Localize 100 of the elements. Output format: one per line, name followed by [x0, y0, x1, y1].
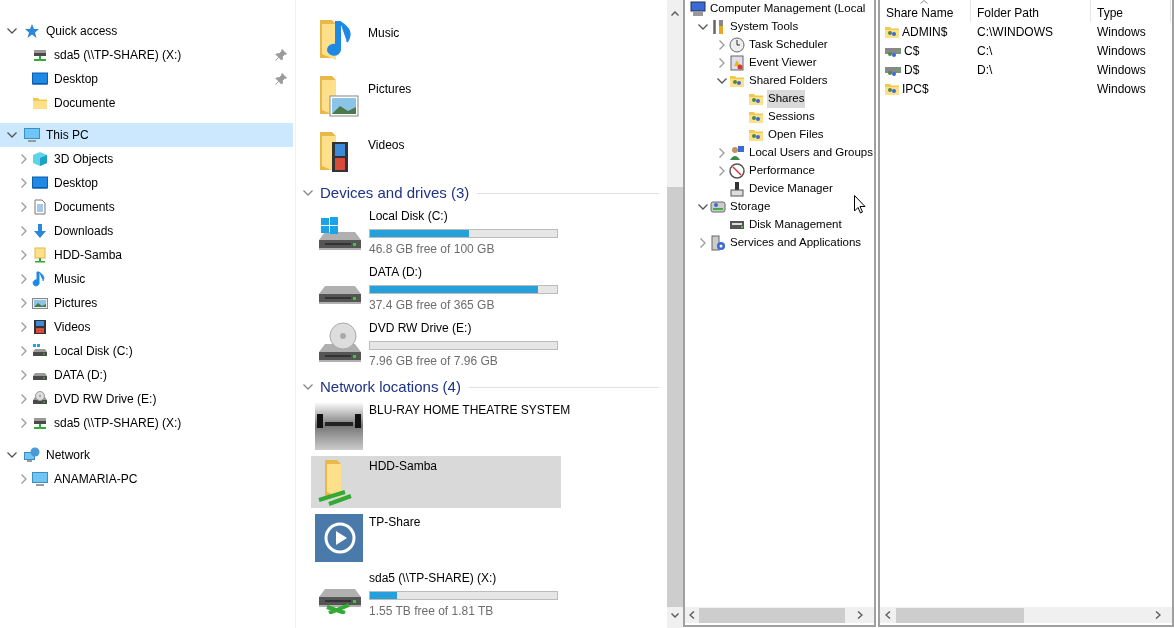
nav-item[interactable]: Documente	[0, 91, 293, 115]
chevron-down-icon[interactable]	[302, 383, 314, 391]
tree-item[interactable]: Disk Management	[748, 216, 843, 234]
chevron-right-icon[interactable]	[718, 147, 726, 159]
nav-item[interactable]: Videos	[0, 315, 293, 339]
chevron-down-icon[interactable]	[697, 23, 709, 31]
scroll-down-icon[interactable]	[671, 613, 679, 618]
play-button-thumbnail	[315, 514, 363, 562]
chevron-right-icon[interactable]	[20, 273, 28, 285]
location-tile[interactable]: Local Disk (C:) 46.8 GB free of 100 GB	[311, 206, 561, 258]
horizontal-scrollbar[interactable]	[880, 607, 1172, 623]
monitor-icon	[32, 471, 48, 487]
gauge-icon	[729, 163, 745, 179]
nav-item[interactable]: Desktop	[0, 171, 293, 195]
tree-item[interactable]: Sessions	[767, 108, 816, 126]
chevron-right-icon[interactable]	[699, 237, 707, 249]
location-tile[interactable]: sda5 (\\TP-SHARE) (X:) 1.55 TB free of 1.81 TB	[311, 568, 561, 620]
scroll-up-icon[interactable]	[671, 11, 679, 16]
tree-item[interactable]: Device Manager	[748, 180, 834, 198]
nav-item[interactable]: Desktop	[0, 67, 293, 91]
nav-item[interactable]: sda5 (\\TP-SHARE) (X:)	[0, 43, 293, 67]
chevron-right-icon[interactable]	[718, 165, 726, 177]
folder-tile[interactable]: Pictures	[314, 70, 564, 126]
tree-item[interactable]: Performance	[748, 162, 816, 180]
chevron-down-icon[interactable]	[6, 27, 18, 35]
nav-item[interactable]: Network	[0, 443, 293, 467]
chevron-right-icon[interactable]	[20, 297, 28, 309]
chevron-right-icon[interactable]	[20, 249, 28, 261]
tree-item[interactable]: Task Scheduler	[748, 36, 829, 54]
nav-item[interactable]: Local Disk (C:)	[0, 339, 293, 363]
desktop-icon	[32, 175, 48, 191]
location-name: Local Disk (C:)	[369, 208, 449, 225]
nav-item[interactable]: DVD RW Drive (E:)	[0, 387, 293, 411]
chevron-down-icon[interactable]	[697, 203, 709, 211]
chevron-right-icon[interactable]	[20, 321, 28, 333]
tree-item[interactable]: Open Files	[767, 126, 825, 144]
group-header[interactable]: Devices and drives (3)	[320, 181, 470, 205]
chevron-right-icon[interactable]	[20, 369, 28, 381]
horizontal-scrollbar[interactable]	[685, 607, 874, 623]
chevron-down-icon[interactable]	[6, 131, 18, 139]
pin-icon[interactable]	[275, 73, 287, 85]
scrollbar-thumb[interactable]	[896, 607, 1024, 623]
tree-item[interactable]: Event Viewer	[748, 54, 818, 72]
chevron-right-icon[interactable]	[20, 225, 28, 237]
chevron-right-icon[interactable]	[20, 345, 28, 357]
tree-item[interactable]: Shares	[767, 90, 806, 108]
tree-item[interactable]: Storage	[729, 198, 772, 216]
nav-item[interactable]: Documents	[0, 195, 293, 219]
scrollbar-thumb[interactable]	[699, 607, 845, 623]
shared-folder-icon	[748, 109, 764, 125]
folder-tile[interactable]: Music	[314, 14, 564, 70]
tree-item[interactable]: System Tools	[729, 18, 800, 36]
location-name: TP-Share	[369, 514, 421, 531]
scroll-left-icon[interactable]	[689, 611, 695, 619]
chevron-right-icon[interactable]	[20, 393, 28, 405]
nav-item[interactable]: Quick access	[0, 19, 293, 43]
nav-item[interactable]: Pictures	[0, 291, 293, 315]
chevron-right-icon[interactable]	[20, 473, 28, 485]
clock-icon	[729, 37, 745, 53]
column-header[interactable]: Share Name	[880, 0, 971, 22]
nav-item[interactable]: 3D Objects	[0, 147, 293, 171]
nav-item[interactable]: This PC	[0, 123, 293, 147]
scroll-left-icon[interactable]	[885, 611, 891, 619]
location-tile[interactable]: HDD-Samba	[311, 456, 561, 508]
chevron-down-icon[interactable]	[6, 451, 18, 459]
chevron-right-icon[interactable]	[20, 417, 28, 429]
column-header[interactable]: Folder Path	[971, 0, 1091, 22]
location-tile[interactable]: DVD RW Drive (E:) 7.96 GB free of 7.96 GB	[311, 318, 561, 370]
column-header[interactable]: Type	[1091, 0, 1171, 22]
nav-item[interactable]: Music	[0, 267, 293, 291]
nav-item[interactable]: Downloads	[0, 219, 293, 243]
film-icon	[32, 319, 48, 335]
computer-management-icon	[690, 1, 706, 17]
folder-tile[interactable]: Videos	[314, 126, 564, 182]
chevron-right-icon[interactable]	[20, 201, 28, 213]
table-cell-text: ADMIN$	[902, 23, 948, 41]
group-header[interactable]: Network locations (4)	[320, 375, 461, 399]
chevron-down-icon[interactable]	[716, 77, 728, 85]
location-tile[interactable]: DATA (D:) 37.4 GB free of 365 GB	[311, 262, 561, 314]
tree-item[interactable]: Shared Folders	[748, 72, 829, 90]
nav-item[interactable]: HDD-Samba	[0, 243, 293, 267]
scroll-right-icon[interactable]	[1155, 611, 1161, 619]
tree-item[interactable]: Local Users and Groups	[748, 144, 874, 162]
nav-item[interactable]: ANAMARIA-PC	[0, 467, 293, 491]
tree-item[interactable]: Services and Applications	[729, 234, 863, 252]
chevron-right-icon[interactable]	[718, 57, 726, 69]
document-icon	[32, 199, 48, 215]
chevron-right-icon[interactable]	[20, 153, 28, 165]
nav-item[interactable]: sda5 (\\TP-SHARE) (X:)	[0, 411, 293, 435]
scrollbar-thumb[interactable]	[667, 187, 683, 607]
chevron-right-icon[interactable]	[718, 39, 726, 51]
tree-item[interactable]: Computer Management (Local	[709, 0, 867, 18]
vertical-scrollbar[interactable]	[667, 0, 683, 628]
scroll-right-icon[interactable]	[857, 611, 863, 619]
nav-item[interactable]: DATA (D:)	[0, 363, 293, 387]
chevron-right-icon[interactable]	[20, 177, 28, 189]
storage-icon	[710, 199, 726, 215]
pin-icon[interactable]	[275, 49, 287, 61]
chevron-down-icon[interactable]	[302, 189, 314, 197]
location-tile[interactable]: TP-Share	[311, 512, 561, 564]
